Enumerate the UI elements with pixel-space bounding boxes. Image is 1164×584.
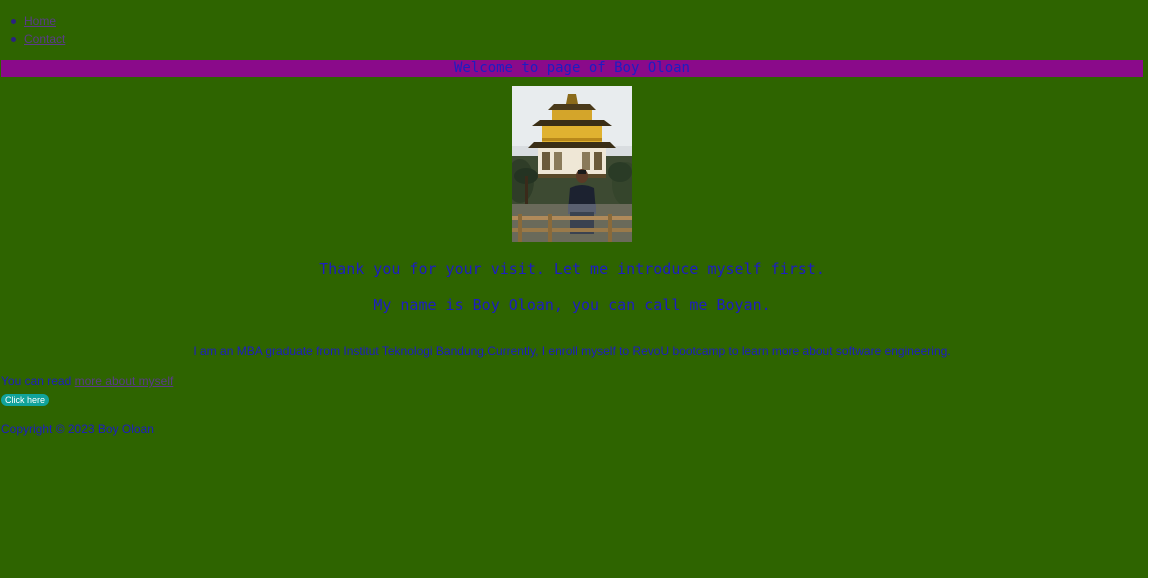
nav-link-home[interactable]: Home [24,14,56,28]
intro-line-2: My name is Boy Oloan, you can call me Bo… [373,296,771,314]
bio-text: I am an MBA graduate from Institut Tekno… [193,344,951,358]
nav-menu: Home Contact [0,12,65,48]
read-more-line: You can read more about myself [1,373,173,389]
intro-line-1: Thank you for your visit. Let me introdu… [319,260,825,278]
welcome-banner: Welcome to page of Boy Oloan [1,60,1143,77]
read-more-link[interactable]: more about myself [75,374,174,388]
profile-photo [512,86,632,242]
nav-item-contact: Contact [0,30,65,48]
nav-item-home: Home [0,12,65,30]
nav-link-contact[interactable]: Contact [24,32,65,46]
page: Home Contact Welcome to page of Boy Oloa… [0,0,1148,578]
footer-copyright: Copyright © 2023 Boy Oloan [1,422,154,436]
click-here-button[interactable]: Click here [1,394,50,406]
read-more-prefix: You can read [1,374,75,388]
